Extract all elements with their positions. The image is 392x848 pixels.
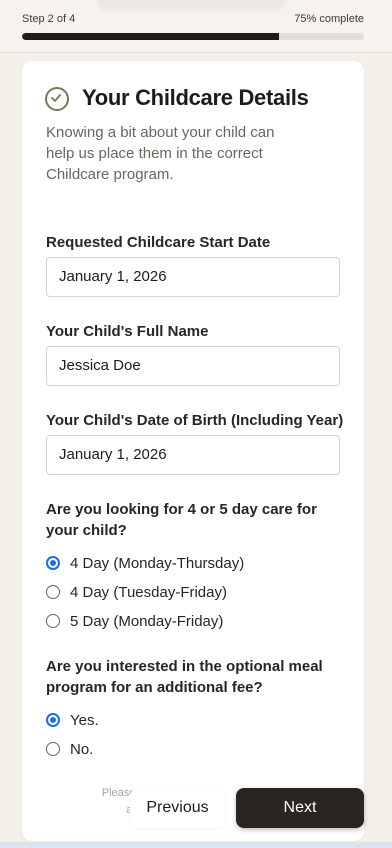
sticky-header-shadow	[98, 0, 284, 8]
radio-button[interactable]	[46, 614, 60, 628]
child-name-input[interactable]: Jessica Doe	[46, 346, 340, 386]
section-description: Knowing a bit about your child can help …	[46, 124, 275, 183]
start-date-label: Requested Childcare Start Date	[46, 234, 271, 251]
step-label: Step 2 of 4	[22, 13, 76, 25]
section-title: Your Childcare Details	[82, 85, 309, 110]
start-date-input[interactable]: January 1, 2026	[46, 257, 340, 297]
meal-program-option-label: No.	[70, 740, 94, 758]
progress-bar-fill	[22, 33, 279, 40]
next-button[interactable]: Next	[236, 788, 364, 828]
meal-program-option[interactable]: Yes.	[46, 710, 99, 730]
percent-complete-label: 75% complete	[294, 13, 364, 25]
care-days-question: Are you looking for 4 or 5 day care for …	[46, 501, 317, 539]
care-days-option[interactable]: 5 Day (Monday-Friday)	[46, 611, 223, 631]
radio-button[interactable]	[46, 585, 60, 599]
check-circle-icon	[45, 87, 69, 111]
child-dob-input[interactable]: January 1, 2026	[46, 435, 340, 475]
radio-button-checked[interactable]	[46, 556, 60, 570]
radio-button[interactable]	[46, 742, 60, 756]
bottom-edge	[0, 842, 392, 848]
progress-header: Step 2 of 4 75% complete	[0, 0, 392, 53]
care-days-option-label: 4 Day (Monday-Thursday)	[70, 554, 245, 572]
care-days-option-label: 4 Day (Tuesday-Friday)	[70, 583, 227, 601]
child-name-label: Your Child's Full Name	[46, 323, 209, 340]
child-dob-label: Your Child's Date of Birth (Including Ye…	[46, 412, 344, 429]
care-days-option[interactable]: 4 Day (Tuesday-Friday)	[46, 582, 227, 602]
care-days-option-label: 5 Day (Monday-Friday)	[70, 612, 224, 630]
care-days-option[interactable]: 4 Day (Monday-Thursday)	[46, 553, 244, 573]
form-card: Your Childcare Details Knowing a bit abo…	[22, 61, 364, 841]
meal-program-question: Are you interested in the optional meal …	[46, 658, 323, 696]
meal-program-option[interactable]: No.	[46, 739, 93, 759]
radio-button-checked[interactable]	[46, 713, 60, 727]
previous-button[interactable]: Previous	[130, 788, 225, 828]
progress-bar	[22, 33, 364, 40]
meal-program-option-label: Yes.	[70, 711, 99, 729]
